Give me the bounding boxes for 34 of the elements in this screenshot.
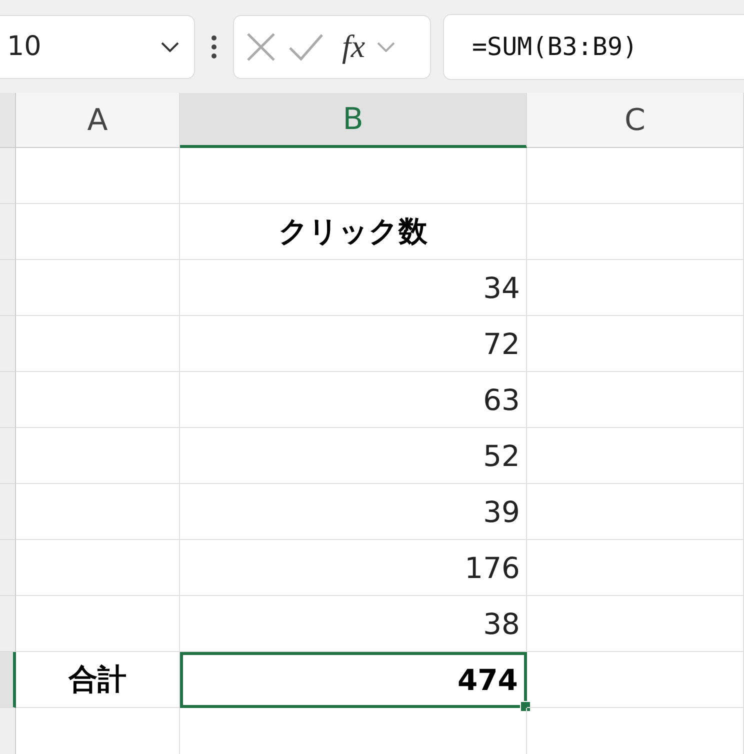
empty-cell[interactable]: [527, 596, 744, 652]
column-header[interactable]: C: [527, 93, 744, 148]
table-cell[interactable]: 39: [180, 484, 527, 540]
table-cell[interactable]: 34: [180, 260, 527, 316]
cancel-icon[interactable]: [246, 32, 276, 62]
name-box[interactable]: 10: [0, 14, 195, 78]
select-all-corner[interactable]: [0, 93, 16, 148]
empty-cell[interactable]: [527, 316, 744, 372]
table-cell[interactable]: 38: [180, 596, 527, 652]
empty-cell[interactable]: [527, 204, 744, 260]
column-header[interactable]: B: [180, 93, 527, 148]
table-cell[interactable]: 合計: [16, 652, 180, 708]
empty-cell[interactable]: [180, 148, 527, 204]
table-cell[interactable]: 63: [180, 372, 527, 428]
table-cell[interactable]: 52: [180, 428, 527, 484]
row-header[interactable]: [0, 652, 16, 708]
column-header[interactable]: A: [16, 93, 180, 148]
cell-reference: 10: [7, 31, 42, 62]
formula-field[interactable]: =SUM(B3:B9): [443, 14, 744, 80]
fill-handle[interactable]: [520, 701, 531, 712]
table-cell[interactable]: 176: [180, 540, 527, 596]
empty-cell[interactable]: [527, 428, 744, 484]
table-cell[interactable]: クリック数: [180, 204, 527, 260]
empty-cell[interactable]: [527, 652, 744, 708]
checkmark-icon[interactable]: [288, 32, 324, 60]
table-cell[interactable]: 72: [180, 316, 527, 372]
empty-cell[interactable]: [527, 540, 744, 596]
empty-cell[interactable]: [527, 372, 744, 428]
insert-function-button[interactable]: fx: [342, 28, 366, 65]
more-options-icon[interactable]: [211, 34, 217, 58]
empty-cell[interactable]: [527, 148, 744, 204]
empty-cell[interactable]: [527, 260, 744, 316]
chevron-down-icon[interactable]: [160, 40, 180, 52]
empty-cell[interactable]: [527, 484, 744, 540]
